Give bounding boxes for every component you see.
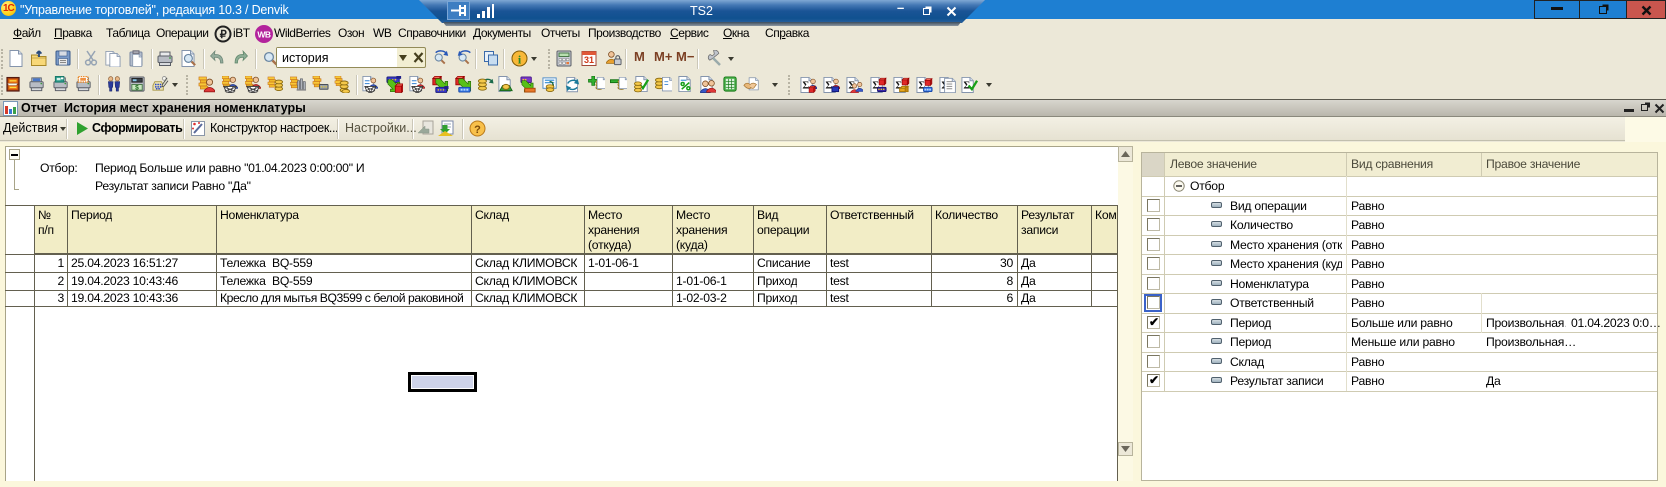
- svg-text:$: $: [135, 85, 139, 92]
- svg-text:31: 31: [584, 55, 594, 65]
- svg-text:?: ?: [474, 124, 481, 136]
- svg-text:WB: WB: [257, 30, 271, 40]
- svg-text:₽: ₽: [220, 29, 227, 41]
